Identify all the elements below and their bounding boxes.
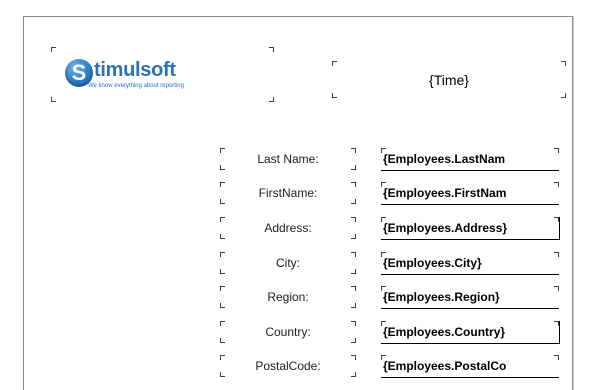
field-expression: {Employees.PostalCo — [383, 359, 507, 373]
report-page[interactable]: S timulsoft We know everything about rep… — [23, 16, 573, 390]
field-region-component[interactable]: {Employees.Region} — [381, 286, 559, 309]
corner-marker-icon — [554, 252, 559, 257]
corner-marker-icon — [220, 338, 225, 343]
label-text: PostalCode: — [255, 359, 321, 373]
logo-first-letter: S — [71, 60, 87, 85]
corner-marker-icon — [351, 355, 356, 360]
corner-marker-icon — [220, 269, 225, 274]
corner-marker-icon — [220, 182, 225, 187]
corner-marker-icon — [554, 355, 559, 360]
label-region-component[interactable]: Region: — [220, 286, 356, 308]
field-city-component[interactable]: {Employees.City} — [381, 252, 559, 275]
field-expression: {Employees.City} — [383, 256, 482, 270]
field-expression: {Employees.Address} — [383, 221, 508, 235]
corner-marker-icon — [332, 61, 337, 66]
corner-marker-icon — [561, 93, 566, 98]
corner-marker-icon — [351, 234, 356, 239]
corner-marker-icon — [381, 321, 386, 326]
field-expression: {Employees.LastNam — [383, 152, 506, 166]
field-postal-code-component[interactable]: {Employees.PostalCo — [381, 355, 559, 378]
field-country-component[interactable]: {Employees.Country} — [381, 321, 560, 344]
field-expression: {Employees.Country} — [383, 325, 506, 339]
corner-marker-icon — [351, 321, 356, 326]
logo-wordmark: timulsoft We know everything about repor… — [88, 59, 184, 90]
corner-marker-icon — [561, 61, 566, 66]
field-first-name-component[interactable]: {Employees.FirstNam — [381, 182, 559, 205]
field-expression: {Employees.Region} — [383, 290, 500, 304]
corner-marker-icon — [220, 303, 225, 308]
corner-marker-icon — [220, 217, 225, 222]
corner-marker-icon — [554, 148, 559, 153]
corner-marker-icon — [381, 217, 386, 222]
label-first-name-component[interactable]: FirstName: — [220, 182, 356, 204]
label-address-component[interactable]: Address: — [220, 217, 356, 239]
corner-marker-icon — [351, 286, 356, 291]
corner-marker-icon — [351, 303, 356, 308]
label-text: Address: — [264, 221, 312, 235]
logo-name: timulsoft — [94, 59, 176, 81]
label-postal-code-component[interactable]: PostalCode: — [220, 355, 356, 377]
logo-s-badge-icon: S — [65, 59, 93, 87]
corner-marker-icon — [351, 148, 356, 153]
corner-marker-icon — [381, 355, 386, 360]
corner-marker-icon — [381, 252, 386, 257]
corner-marker-icon — [381, 182, 386, 187]
corner-marker-icon — [554, 182, 559, 187]
corner-marker-icon — [220, 372, 225, 377]
corner-marker-icon — [220, 165, 225, 170]
corner-marker-icon — [220, 234, 225, 239]
corner-marker-icon — [381, 286, 386, 291]
corner-marker-icon — [351, 338, 356, 343]
field-address-component[interactable]: {Employees.Address} — [381, 217, 560, 240]
logo-image-component[interactable]: S timulsoft We know everything about rep… — [51, 47, 274, 102]
label-last-name-component[interactable]: Last Name: — [220, 148, 356, 170]
label-text: Region: — [267, 290, 309, 304]
label-text: City: — [276, 256, 300, 270]
corner-marker-icon — [351, 372, 356, 377]
logo-tagline: We know everything about reporting — [88, 83, 184, 89]
corner-marker-icon — [351, 217, 356, 222]
corner-marker-icon — [220, 321, 225, 326]
corner-marker-icon — [554, 321, 559, 326]
corner-marker-icon — [554, 217, 559, 222]
label-text: Country: — [265, 325, 311, 339]
field-expression: {Employees.FirstNam — [383, 186, 507, 200]
label-text: Last Name: — [257, 152, 319, 166]
corner-marker-icon — [351, 182, 356, 187]
corner-marker-icon — [220, 355, 225, 360]
time-field-text: {Time} — [429, 71, 469, 88]
label-city-component[interactable]: City: — [220, 252, 356, 274]
corner-marker-icon — [220, 252, 225, 257]
corner-marker-icon — [220, 286, 225, 291]
corner-marker-icon — [51, 97, 56, 102]
corner-marker-icon — [269, 97, 274, 102]
time-text-component[interactable]: {Time} — [332, 61, 566, 98]
corner-marker-icon — [51, 47, 56, 52]
corner-marker-icon — [351, 165, 356, 170]
field-last-name-component[interactable]: {Employees.LastNam — [381, 148, 559, 171]
corner-marker-icon — [220, 199, 225, 204]
corner-marker-icon — [381, 148, 386, 153]
corner-marker-icon — [554, 286, 559, 291]
corner-marker-icon — [351, 252, 356, 257]
corner-marker-icon — [269, 47, 274, 52]
label-country-component[interactable]: Country: — [220, 321, 356, 343]
corner-marker-icon — [351, 199, 356, 204]
corner-marker-icon — [220, 148, 225, 153]
stimulsoft-logo: S timulsoft We know everything about rep… — [65, 59, 184, 90]
corner-marker-icon — [332, 93, 337, 98]
label-text: FirstName: — [258, 186, 318, 200]
corner-marker-icon — [351, 269, 356, 274]
